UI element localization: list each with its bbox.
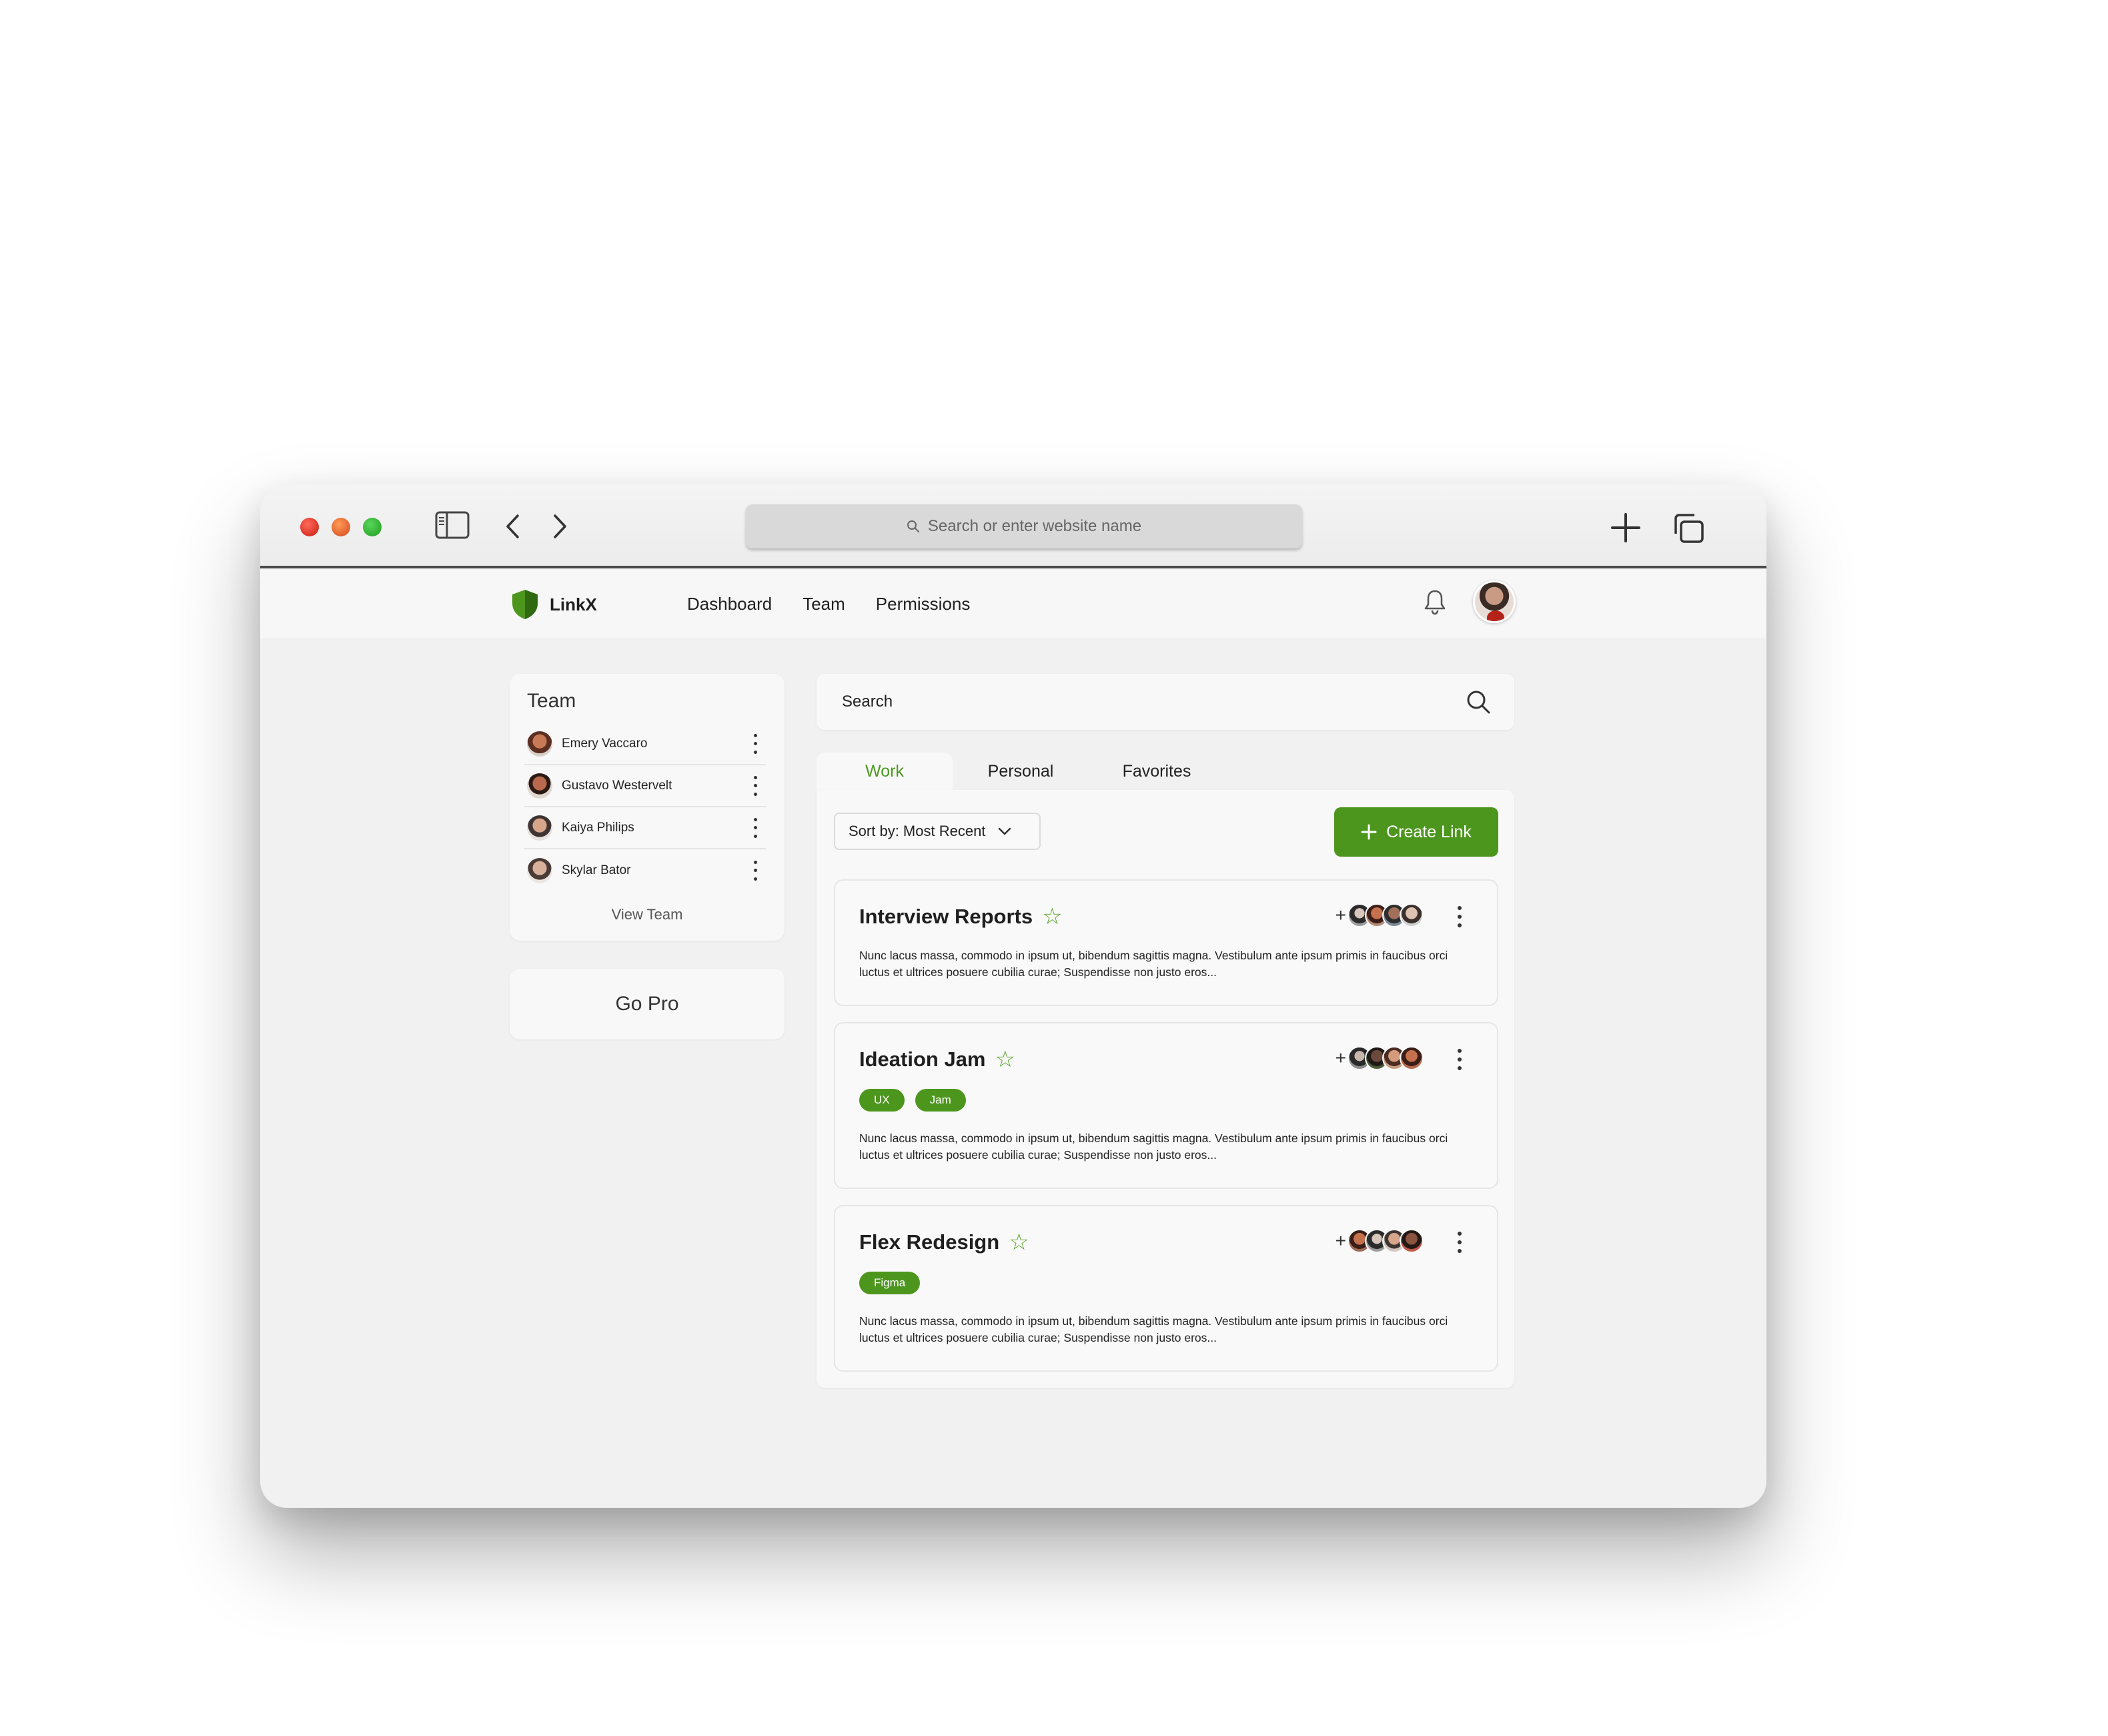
plus-icon — [1361, 824, 1377, 840]
more-options-icon[interactable] — [748, 775, 762, 796]
tag-badge[interactable]: Jam — [915, 1089, 966, 1112]
link-title: Interview Reports — [859, 905, 1033, 928]
links-panel: Sort by: Most Recent Create Link Intervi… — [817, 790, 1514, 1388]
team-list: Emery Vaccaro Gustavo Westervelt Kaiya P… — [524, 723, 766, 891]
sort-dropdown[interactable]: Sort by: Most Recent — [834, 813, 1041, 850]
avatar — [527, 731, 552, 757]
close-window-button[interactable] — [300, 518, 319, 536]
new-tab-icon[interactable] — [1610, 512, 1641, 543]
tab-work[interactable]: Work — [817, 753, 953, 790]
avatar — [527, 773, 552, 799]
team-member-name: Emery Vaccaro — [562, 736, 648, 751]
team-member-row[interactable]: Skylar Bator — [524, 849, 766, 891]
sort-label: Sort by: Most Recent — [849, 823, 986, 839]
bell-icon[interactable] — [1424, 588, 1446, 618]
link-card-title: Interview Reports ☆ — [859, 905, 1063, 929]
team-member-name: Gustavo Westervelt — [562, 778, 672, 793]
shield-icon — [512, 590, 538, 619]
app-navbar: LinkX Dashboard Team Permissions — [260, 568, 1766, 638]
avatar — [527, 815, 552, 841]
view-team-link[interactable]: View Team — [510, 906, 784, 923]
team-member-row[interactable]: Emery Vaccaro — [524, 723, 766, 765]
more-options-icon[interactable] — [1453, 1049, 1466, 1070]
more-options-icon[interactable] — [748, 817, 762, 838]
tag-badge[interactable]: UX — [859, 1089, 905, 1112]
star-icon[interactable]: ☆ — [1042, 905, 1062, 928]
search-icon — [907, 520, 919, 532]
add-collaborator-icon[interactable]: + — [1336, 1230, 1346, 1252]
avatar — [527, 857, 552, 883]
address-placeholder: Search or enter website name — [927, 517, 1142, 535]
link-card[interactable]: Ideation Jam ☆ + UX Jam Nunc lacus massa… — [834, 1022, 1498, 1189]
add-collaborator-icon[interactable]: + — [1336, 905, 1346, 926]
nav-permissions[interactable]: Permissions — [876, 594, 971, 614]
team-panel: Team Emery Vaccaro Gustavo Westervelt Ka… — [510, 674, 784, 941]
tab-personal[interactable]: Personal — [953, 753, 1089, 790]
avatar — [1400, 1229, 1424, 1253]
logo-text: LinkX — [550, 594, 597, 614]
back-arrow-icon[interactable] — [504, 514, 522, 539]
link-card[interactable]: Interview Reports ☆ + Nunc lacus massa, … — [834, 879, 1498, 1006]
link-description: Nunc lacus massa, commodo in ipsum ut, b… — [859, 949, 1448, 979]
browser-toolbar: Search or enter website name — [260, 484, 1766, 568]
link-title: Flex Redesign — [859, 1230, 1000, 1254]
tag-list: Figma — [859, 1272, 921, 1294]
app-logo[interactable]: LinkX — [510, 588, 597, 620]
link-card-title: Ideation Jam ☆ — [859, 1047, 1015, 1071]
collaborator-avatars[interactable]: + — [1336, 1229, 1424, 1253]
avatar — [1400, 903, 1424, 927]
search-bar[interactable]: Search — [817, 674, 1514, 730]
team-panel-title: Team — [527, 690, 576, 712]
search-icon[interactable] — [1465, 689, 1492, 719]
sidebar-toggle-icon[interactable] — [435, 511, 470, 539]
go-pro-button[interactable]: Go Pro — [510, 969, 784, 1039]
search-input[interactable]: Search — [842, 693, 893, 711]
minimize-window-button[interactable] — [332, 518, 350, 536]
user-avatar[interactable] — [1473, 580, 1516, 623]
nav-team[interactable]: Team — [803, 594, 845, 614]
address-bar[interactable]: Search or enter website name — [746, 504, 1302, 548]
star-icon[interactable]: ☆ — [995, 1048, 1015, 1071]
tag-badge[interactable]: Figma — [859, 1272, 921, 1294]
more-options-icon[interactable] — [748, 733, 762, 754]
browser-window: Search or enter website name LinkX Dashb… — [260, 484, 1766, 1508]
more-options-icon[interactable] — [748, 860, 762, 881]
team-member-row[interactable]: Gustavo Westervelt — [524, 765, 766, 807]
link-card[interactable]: Flex Redesign ☆ + Figma Nunc lacus massa… — [834, 1205, 1498, 1372]
link-tabs: Work Personal Favorites — [817, 753, 1225, 790]
forward-arrow-icon[interactable] — [551, 514, 568, 539]
maximize-window-button[interactable] — [363, 518, 382, 536]
nav-dashboard[interactable]: Dashboard — [687, 594, 772, 614]
team-member-row[interactable]: Kaiya Philips — [524, 807, 766, 849]
link-description: Nunc lacus massa, commodo in ipsum ut, b… — [859, 1132, 1448, 1162]
link-description: Nunc lacus massa, commodo in ipsum ut, b… — [859, 1314, 1448, 1344]
collaborator-avatars[interactable]: + — [1336, 903, 1424, 927]
avatar — [1400, 1046, 1424, 1070]
star-icon[interactable]: ☆ — [1009, 1231, 1029, 1254]
tag-list: UX Jam — [859, 1089, 966, 1112]
team-member-name: Kaiya Philips — [562, 820, 634, 835]
more-options-icon[interactable] — [1453, 906, 1466, 927]
add-collaborator-icon[interactable]: + — [1336, 1047, 1346, 1069]
create-link-button[interactable]: Create Link — [1334, 807, 1498, 857]
tab-favorites[interactable]: Favorites — [1089, 753, 1225, 790]
team-member-name: Skylar Bator — [562, 863, 631, 877]
collaborator-avatars[interactable]: + — [1336, 1046, 1424, 1070]
tab-overview-icon[interactable] — [1672, 512, 1705, 544]
link-card-title: Flex Redesign ☆ — [859, 1230, 1029, 1254]
create-link-label: Create Link — [1386, 822, 1472, 841]
chevron-down-icon — [999, 827, 1011, 835]
link-title: Ideation Jam — [859, 1047, 986, 1071]
main-nav: Dashboard Team Permissions — [687, 594, 970, 614]
more-options-icon[interactable] — [1453, 1232, 1466, 1253]
